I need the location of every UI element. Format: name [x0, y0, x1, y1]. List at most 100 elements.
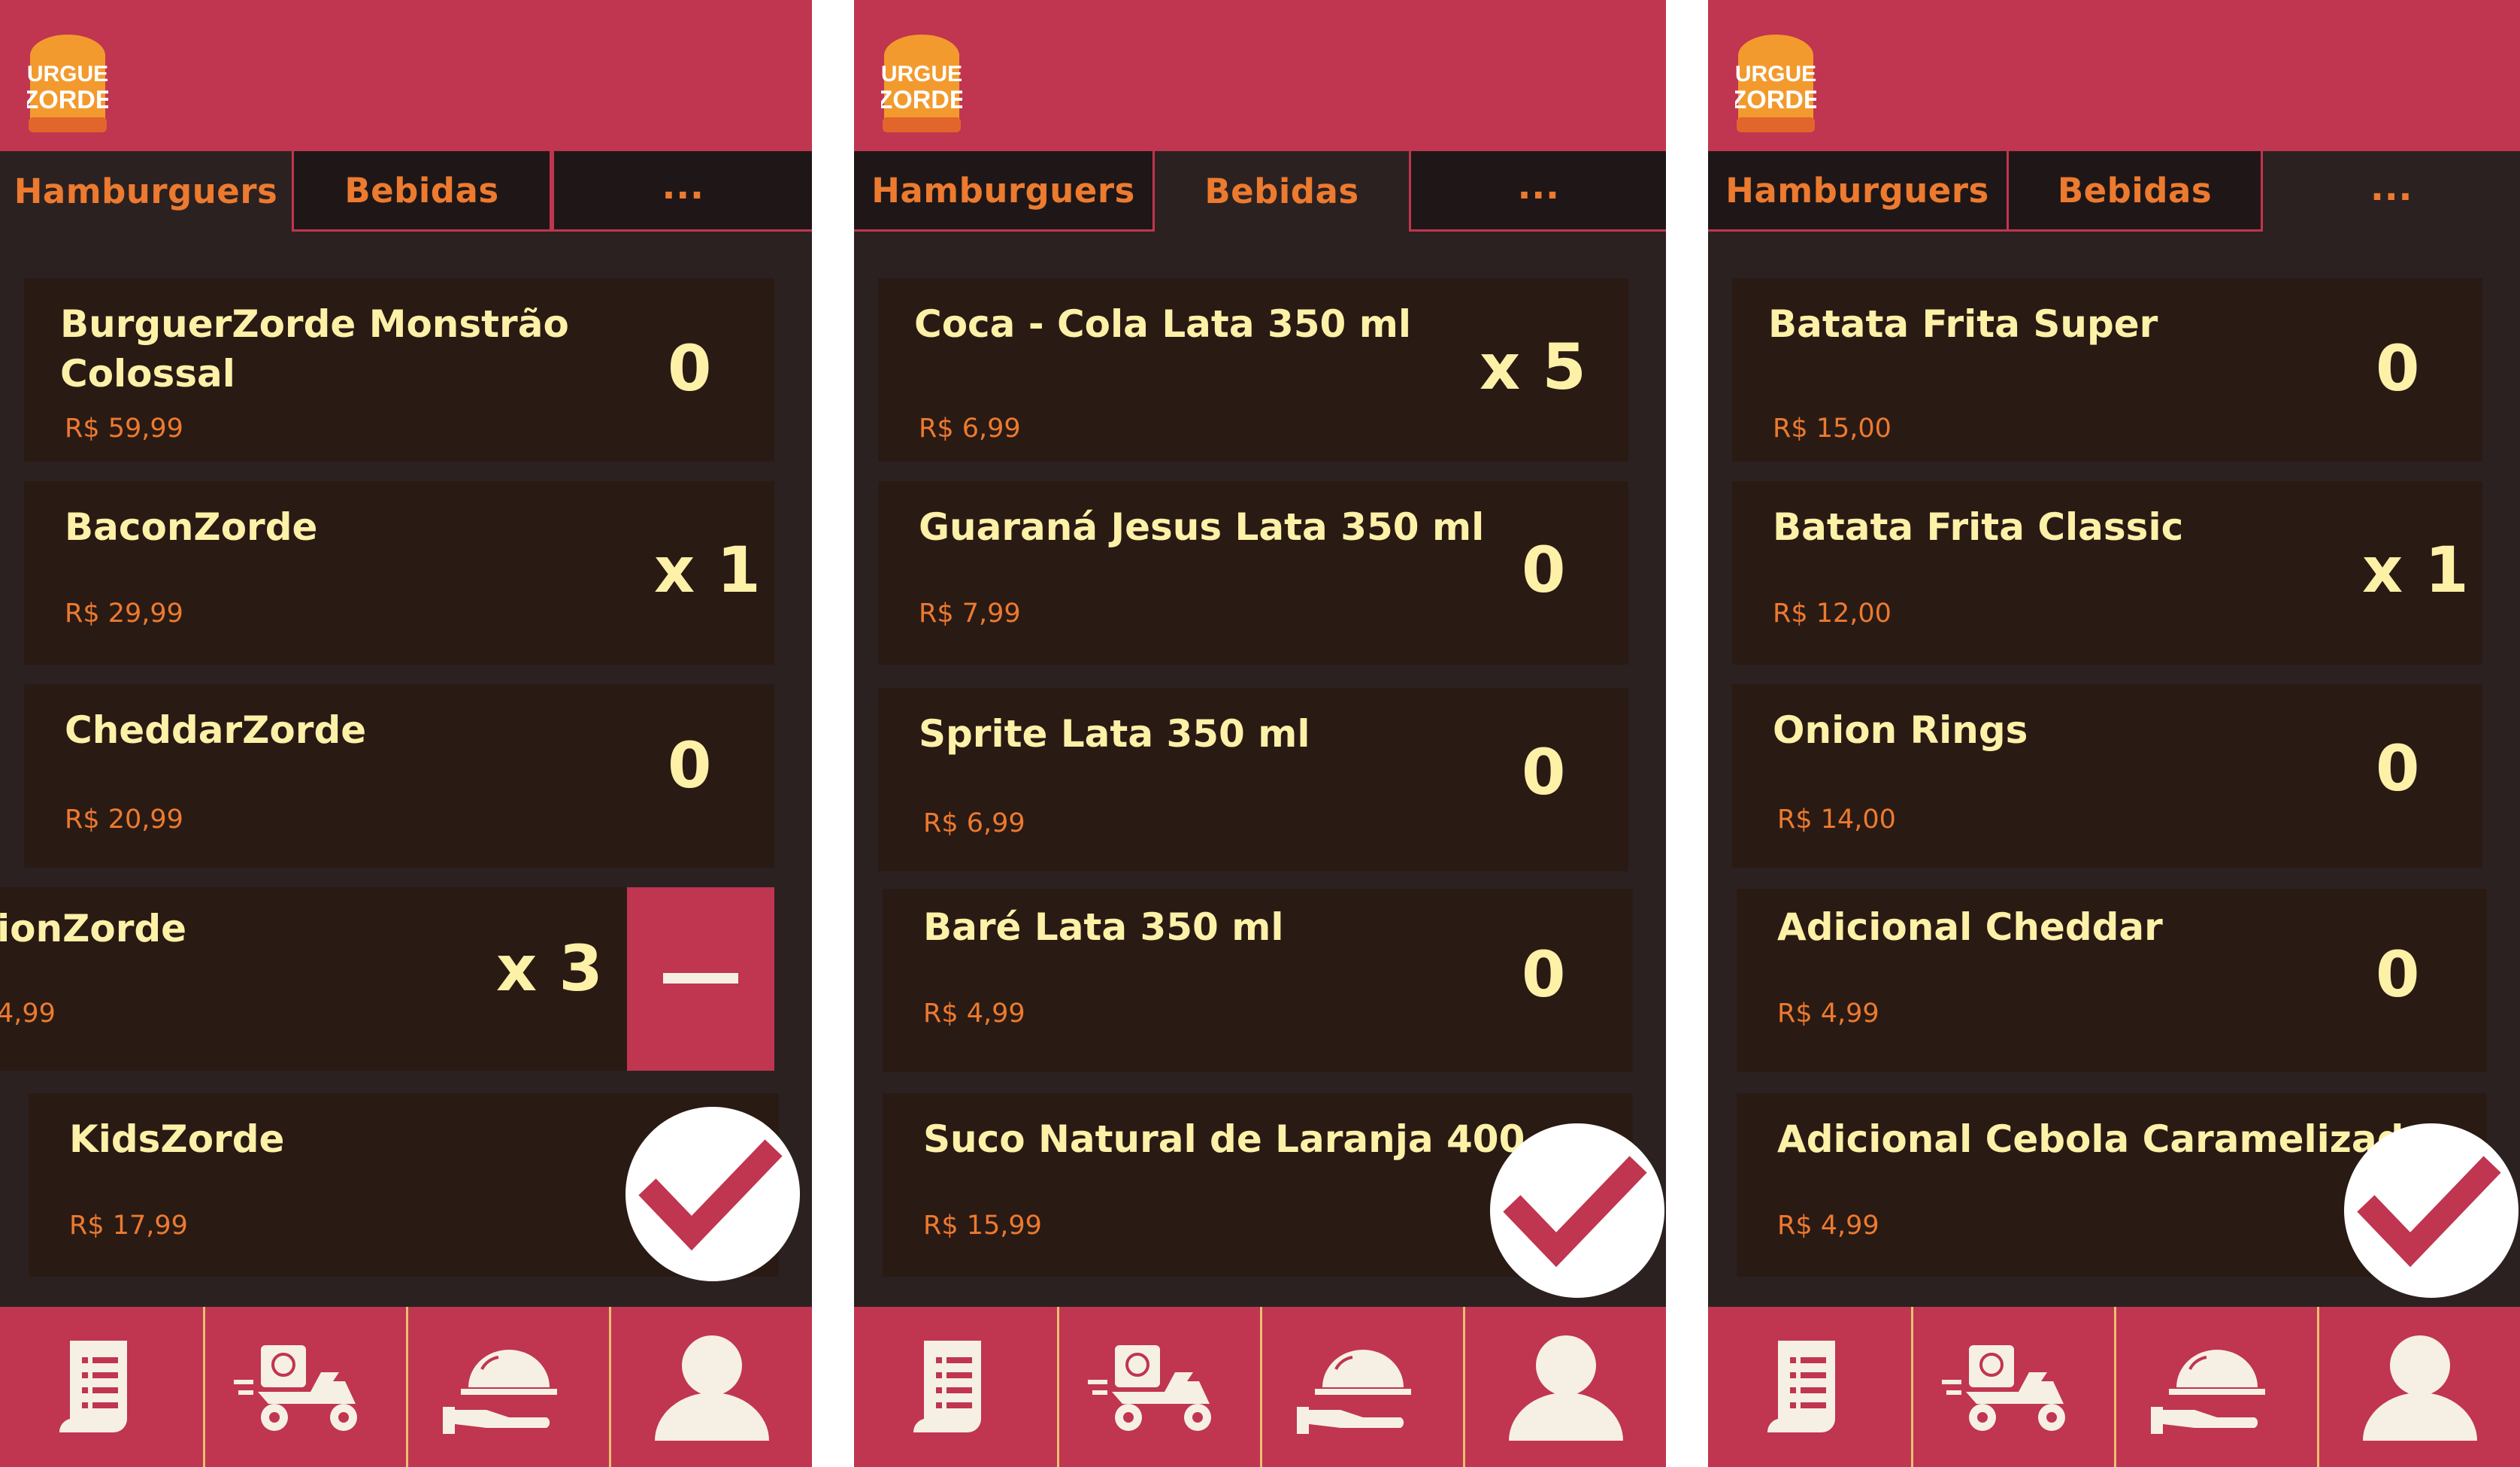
checkmark-icon	[2357, 1156, 2501, 1268]
tab-more[interactable]: ...	[1409, 151, 1666, 232]
item-name: Sprite Lata 350 ml	[919, 712, 1310, 756]
nav-profile[interactable]	[609, 1307, 812, 1467]
confirm-order-button[interactable]	[1490, 1123, 1664, 1298]
item-name: Guaraná Jesus Lata 350 ml	[919, 505, 1485, 549]
bottom-nav	[1708, 1307, 2520, 1467]
remove-item-button[interactable]	[627, 887, 774, 1071]
tab-hamburguers[interactable]: Hamburguers	[0, 151, 292, 232]
nav-delivery[interactable]	[1911, 1307, 2114, 1467]
item-quantity: 0	[668, 332, 712, 405]
item-name: Baré Lata 350 ml	[923, 905, 1284, 949]
delivery-scooter-icon	[233, 1344, 357, 1431]
item-price: R$ 14,00	[1777, 805, 1896, 835]
tab-label: Bebidas	[2057, 170, 2213, 211]
burguer-zorde-logo: BURGUER ZORDE	[881, 35, 962, 132]
item-quantity: 0	[2376, 732, 2420, 805]
tab-label: ...	[662, 165, 704, 208]
item-name: KidsZorde	[69, 1117, 285, 1161]
user-profile-icon	[654, 1335, 769, 1441]
nav-delivery[interactable]	[1057, 1307, 1260, 1467]
delivery-scooter-icon	[1087, 1344, 1211, 1431]
item-name: Coca - Cola Lata 350 ml	[914, 302, 1411, 346]
item-quantity: x 1	[2362, 533, 2469, 607]
app-header: BURGUER ZORDE	[854, 0, 1666, 151]
nav-dine-in[interactable]	[2114, 1307, 2317, 1467]
nav-dine-in[interactable]	[406, 1307, 609, 1467]
bottom-nav	[0, 1307, 812, 1467]
order-list-icon	[59, 1340, 127, 1432]
list-item[interactable]: Batata Frita Super R$ 15,00 0	[1732, 278, 2482, 462]
item-price: R$ 6,99	[923, 808, 1025, 838]
tab-bebidas[interactable]: Bebidas	[292, 151, 552, 232]
app-header: BURGUER ZORDE	[0, 0, 812, 151]
list-item[interactable]: BaconZorde R$ 29,99 x 1	[24, 481, 774, 665]
tab-label: Bebidas	[344, 170, 499, 211]
confirm-order-button[interactable]	[2344, 1123, 2518, 1298]
list-item[interactable]: Sprite Lata 350 ml R$ 6,99 0	[878, 688, 1628, 871]
item-price: R$ 17,99	[69, 1211, 188, 1241]
confirm-order-button[interactable]	[625, 1107, 800, 1281]
user-profile-icon	[1508, 1335, 1623, 1441]
list-item[interactable]: Batata Frita Classic R$ 12,00 x 1	[1732, 481, 2482, 665]
item-price: R$ 4,99	[923, 999, 1025, 1029]
item-quantity: 0	[1522, 938, 1566, 1011]
nav-profile[interactable]	[2317, 1307, 2520, 1467]
tab-more[interactable]: ...	[2263, 151, 2520, 232]
item-name: CheddarZorde	[65, 708, 367, 752]
item-name: Suco Natural de Laranja 400 m	[923, 1117, 1577, 1161]
item-price: R$ 59,99	[65, 414, 183, 444]
item-quantity: 0	[2376, 332, 2420, 405]
item-quantity: 0	[1522, 533, 1566, 607]
app-header: BURGUER ZORDE	[1708, 0, 2520, 151]
list-item[interactable]: Baré Lata 350 ml R$ 4,99 0	[883, 889, 1633, 1072]
checkmark-icon	[1503, 1156, 1647, 1268]
item-name: Onion Rings	[1773, 708, 2028, 752]
tab-more[interactable]: ...	[552, 151, 812, 232]
svg-text:ZORDE: ZORDE	[1735, 86, 1816, 114]
item-price: R$ 12,00	[1773, 599, 1892, 629]
item-price: R$ 7,99	[919, 599, 1021, 629]
tab-label: Hamburguers	[1725, 170, 1989, 211]
item-name: Adicional Cheddar	[1777, 905, 2163, 949]
item-name: BurguerZorde Monstrão Colossal	[60, 302, 569, 396]
list-item[interactable]: Guaraná Jesus Lata 350 ml R$ 7,99 0	[878, 481, 1628, 665]
user-profile-icon	[2362, 1335, 2477, 1441]
item-name: BaconZorde	[65, 505, 318, 549]
item-name: ionZorde	[0, 907, 187, 950]
list-item-swiped[interactable]: ionZorde 4,99 x 3	[0, 887, 627, 1071]
list-item[interactable]: CheddarZorde R$ 20,99 0	[24, 684, 774, 868]
list-item[interactable]: BurguerZorde Monstrão Colossal R$ 59,99 0	[24, 278, 774, 462]
nav-orders[interactable]	[1708, 1307, 1911, 1467]
list-item[interactable]: Onion Rings R$ 14,00 0	[1732, 684, 2482, 868]
item-price: R$ 4,99	[1777, 999, 1879, 1029]
item-price: R$ 20,99	[65, 805, 183, 835]
list-item[interactable]: Coca - Cola Lata 350 ml R$ 6,99 x 5	[878, 278, 1628, 462]
tab-bebidas[interactable]: Bebidas	[2009, 151, 2263, 232]
svg-text:ZORDE: ZORDE	[27, 86, 108, 114]
svg-text:BURGUER: BURGUER	[27, 62, 108, 86]
svg-text:BURGUER: BURGUER	[881, 62, 962, 86]
tab-label: ...	[2370, 166, 2413, 209]
checkmark-icon	[638, 1139, 783, 1251]
screen-hamburgers: BURGUER ZORDE Hamburguers Bebidas ... Bu…	[0, 0, 812, 1467]
item-price: R$ 15,00	[1773, 414, 1892, 444]
item-name: Batata Frita Classic	[1773, 505, 2184, 549]
nav-orders[interactable]	[854, 1307, 1057, 1467]
nav-profile[interactable]	[1463, 1307, 1666, 1467]
item-quantity: x 1	[654, 533, 761, 607]
tab-bebidas[interactable]: Bebidas	[1155, 151, 1409, 232]
order-list-icon	[1767, 1340, 1835, 1432]
item-price: 4,99	[0, 999, 56, 1029]
order-list-icon	[913, 1340, 981, 1432]
list-item[interactable]: Adicional Cheddar R$ 4,99 0	[1737, 889, 2487, 1072]
svg-text:ZORDE: ZORDE	[881, 86, 962, 114]
nav-delivery[interactable]	[203, 1307, 406, 1467]
item-name: Batata Frita Super	[1768, 302, 2158, 346]
burguer-zorde-logo: BURGUER ZORDE	[27, 35, 108, 132]
item-quantity: 0	[668, 729, 712, 802]
tab-hamburguers[interactable]: Hamburguers	[1708, 151, 2009, 232]
svg-text:BURGUER: BURGUER	[1735, 62, 1816, 86]
nav-orders[interactable]	[0, 1307, 203, 1467]
tab-hamburguers[interactable]: Hamburguers	[854, 151, 1155, 232]
nav-dine-in[interactable]	[1260, 1307, 1463, 1467]
